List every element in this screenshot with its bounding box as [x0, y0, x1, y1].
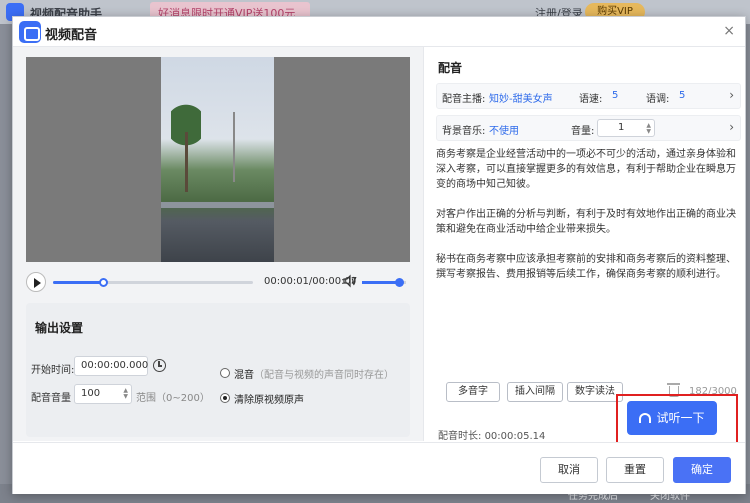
- volume-range-hint: 范围（0~200）: [136, 393, 210, 404]
- bgm-volume-label: 音量:: [571, 126, 595, 137]
- volume-handle[interactable]: [395, 278, 405, 287]
- mix-radio[interactable]: [220, 368, 230, 378]
- progress-fill: [53, 281, 103, 284]
- dialog-header: 视频配音 ×: [13, 17, 745, 47]
- right-panel: 配音 配音主播: 知妙-甜美女声 语速: 5 语调: 5 › 背景音乐: 不使用…: [423, 47, 747, 446]
- playback-progress-slider[interactable]: [53, 278, 253, 287]
- number-reading-button[interactable]: 数字读法: [567, 382, 623, 402]
- chevron-right-icon[interactable]: ›: [729, 120, 734, 134]
- bgm-volume-input[interactable]: 1 ▲ ▼: [597, 119, 655, 137]
- volume-slider[interactable]: [362, 278, 406, 287]
- listen-label: 试听一下: [656, 411, 705, 425]
- mix-note: （配音与视频的声音同时存在）: [254, 370, 394, 381]
- anchor-value[interactable]: 知妙-甜美女声: [489, 90, 553, 105]
- dub-volume-value: 100: [81, 388, 101, 399]
- pitch-label: 语调:: [646, 94, 670, 105]
- polyphone-button[interactable]: 多音字: [446, 382, 500, 402]
- guardrail-shape: [161, 202, 274, 208]
- listen-highlight-box: 试听一下: [616, 394, 738, 446]
- voice-settings-row[interactable]: 配音主播: 知妙-甜美女声 语速: 5 语调: 5 ›: [436, 83, 741, 109]
- duration-label: 配音时长:: [438, 431, 482, 442]
- dub-volume-label: 配音音量: [31, 393, 71, 404]
- stepper-arrows-icon[interactable]: ▲ ▼: [123, 388, 128, 400]
- progress-handle[interactable]: [99, 278, 108, 287]
- duration-value: 00:00:05.14: [484, 431, 546, 442]
- confirm-button[interactable]: 确定: [673, 457, 731, 483]
- close-icon[interactable]: ×: [723, 23, 735, 39]
- anchor-label: 配音主播:: [442, 94, 486, 105]
- video-preview[interactable]: [26, 57, 410, 262]
- clear-original-label: 清除原视频原声: [234, 395, 304, 406]
- bgm-settings-row[interactable]: 背景音乐: 不使用 音量: 1 ▲ ▼ ›: [436, 115, 741, 141]
- chevron-right-icon[interactable]: ›: [729, 88, 734, 102]
- script-paragraph: 对客户作出正确的分析与判断，有利于及时有效地作出正确的商业决策和避免在商业活动中…: [436, 209, 736, 235]
- script-paragraph: 商务考察是企业经营活动中的一项必不可少的活动，通过亲身体验和深入考察，可以直接掌…: [436, 149, 736, 190]
- bgm-label: 背景音乐:: [442, 126, 486, 137]
- dialog-footer: 取消 重置 确定: [13, 442, 745, 494]
- pitch-value[interactable]: 5: [679, 90, 685, 101]
- volume-icon[interactable]: [343, 274, 357, 288]
- script-textarea[interactable]: 商务考察是企业经营活动中的一项必不可少的活动，通过亲身体验和深入考察，可以直接掌…: [436, 147, 741, 379]
- reset-button[interactable]: 重置: [606, 457, 664, 483]
- output-settings: 输出设置 开始时间: 00:00:00.000 配音音量 100 ▲ ▼ 范围（0…: [26, 303, 410, 437]
- cancel-button[interactable]: 取消: [540, 457, 598, 483]
- bgm-value[interactable]: 不使用: [489, 122, 519, 137]
- dubbing-app-icon: [19, 21, 41, 43]
- play-button[interactable]: [26, 272, 46, 292]
- pole-shape: [233, 112, 235, 182]
- start-time-input[interactable]: 00:00:00.000: [74, 356, 148, 376]
- tree-trunk-shape: [185, 132, 188, 192]
- left-panel: 00:00:01/00:00:07 输出设置 开始时间: 00:00:00.00…: [13, 47, 423, 441]
- volume-fill: [362, 281, 400, 284]
- script-paragraph: 秘书在商务考察中应该承担考察前的安排和商务考察后的资料整理、撰写考察报告、费用报…: [436, 254, 736, 280]
- speed-value[interactable]: 5: [612, 90, 618, 101]
- mix-label: 混音: [234, 370, 254, 381]
- clear-original-radio[interactable]: [220, 393, 230, 403]
- listen-button[interactable]: 试听一下: [627, 401, 717, 435]
- video-dubbing-dialog: 视频配音 × 00:00:01/00:00:07 输出设置 开始时间: 00:0…: [12, 16, 746, 494]
- dubbing-section-title: 配音: [438, 61, 463, 75]
- video-frame: [161, 57, 274, 262]
- mix-option-label: 混音（配音与视频的声音同时存在）: [234, 366, 394, 381]
- speed-label: 语速:: [579, 94, 603, 105]
- bgm-volume-value: 1: [618, 122, 625, 133]
- dub-duration: 配音时长: 00:00:05.14: [438, 427, 545, 442]
- dialog-title: 视频配音: [45, 28, 98, 43]
- player-controls: 00:00:01/00:00:07: [26, 269, 410, 295]
- start-time-label: 开始时间:: [31, 365, 75, 376]
- insert-pause-button[interactable]: 插入间隔: [507, 382, 563, 402]
- stepper-arrows-icon[interactable]: ▲ ▼: [646, 123, 651, 135]
- dub-volume-input[interactable]: 100 ▲ ▼: [74, 384, 132, 404]
- output-settings-title: 输出设置: [35, 321, 84, 335]
- clock-icon[interactable]: [153, 359, 166, 372]
- headphones-icon: [639, 413, 652, 423]
